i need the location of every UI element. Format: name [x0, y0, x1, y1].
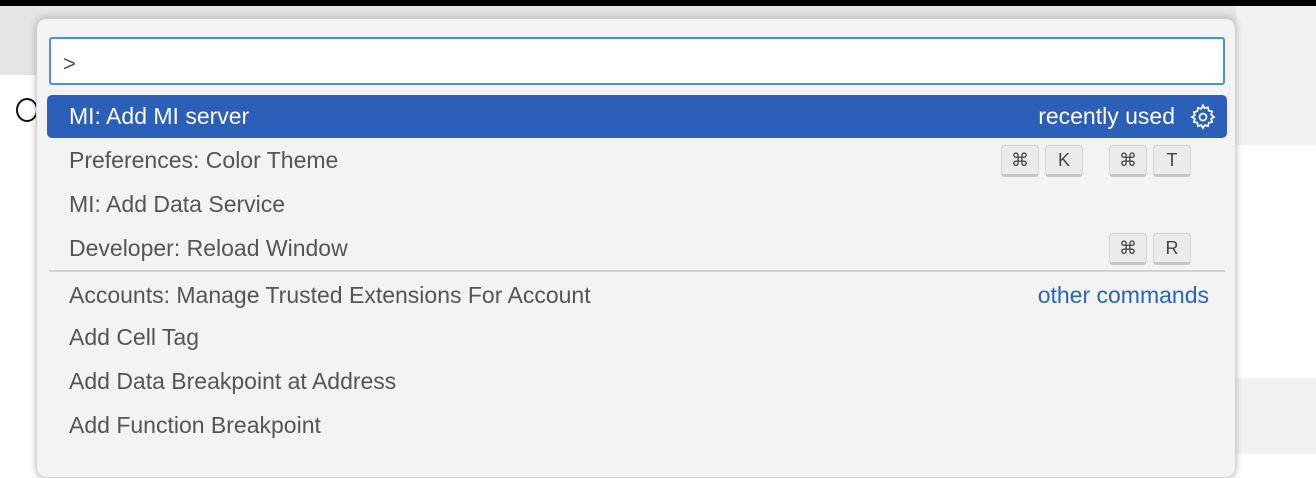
- other-commands-label: other commands: [1037, 282, 1209, 308]
- command-item[interactable]: Preferences: Color Theme ⌘ K ⌘ T: [47, 139, 1227, 182]
- command-label: Developer: Reload Window: [69, 235, 348, 261]
- command-palette: > MI: Add MI server recently used Prefer…: [36, 18, 1236, 478]
- command-label: Preferences: Color Theme: [69, 147, 339, 173]
- editor-background: [1236, 6, 1316, 145]
- command-input[interactable]: >: [49, 37, 1225, 85]
- command-item[interactable]: Accounts: Manage Trusted Extensions For …: [47, 274, 1227, 317]
- keybinding-key: R: [1153, 232, 1191, 265]
- editor-background: [1236, 378, 1316, 454]
- command-item[interactable]: Add Function Breakpoint: [47, 404, 1227, 447]
- command-item[interactable]: MI: Add Data Service: [47, 183, 1227, 226]
- keybinding-key: ⌘: [1001, 144, 1039, 177]
- keybinding-key: T: [1153, 144, 1191, 177]
- separator: [49, 270, 1225, 272]
- command-label: Accounts: Manage Trusted Extensions For …: [69, 282, 591, 308]
- keybinding-key: ⌘: [1109, 232, 1147, 265]
- command-item[interactable]: Add Cell Tag: [47, 316, 1227, 359]
- command-item[interactable]: Add Data Breakpoint at Address: [47, 360, 1227, 403]
- recently-used-label: recently used: [1038, 103, 1175, 129]
- command-item[interactable]: Developer: Reload Window ⌘ R: [47, 227, 1227, 270]
- editor-icon: [16, 98, 38, 122]
- command-label: Add Cell Tag: [69, 324, 199, 350]
- command-label: MI: Add MI server: [69, 103, 250, 129]
- keybinding-key: ⌘: [1109, 144, 1147, 177]
- command-label: Add Function Breakpoint: [69, 412, 321, 438]
- command-item[interactable]: MI: Add MI server recently used: [47, 95, 1227, 138]
- command-label: MI: Add Data Service: [69, 191, 286, 217]
- command-label: Add Data Breakpoint at Address: [69, 368, 397, 394]
- gear-icon[interactable]: [1189, 103, 1217, 131]
- keybinding-key: K: [1045, 144, 1083, 177]
